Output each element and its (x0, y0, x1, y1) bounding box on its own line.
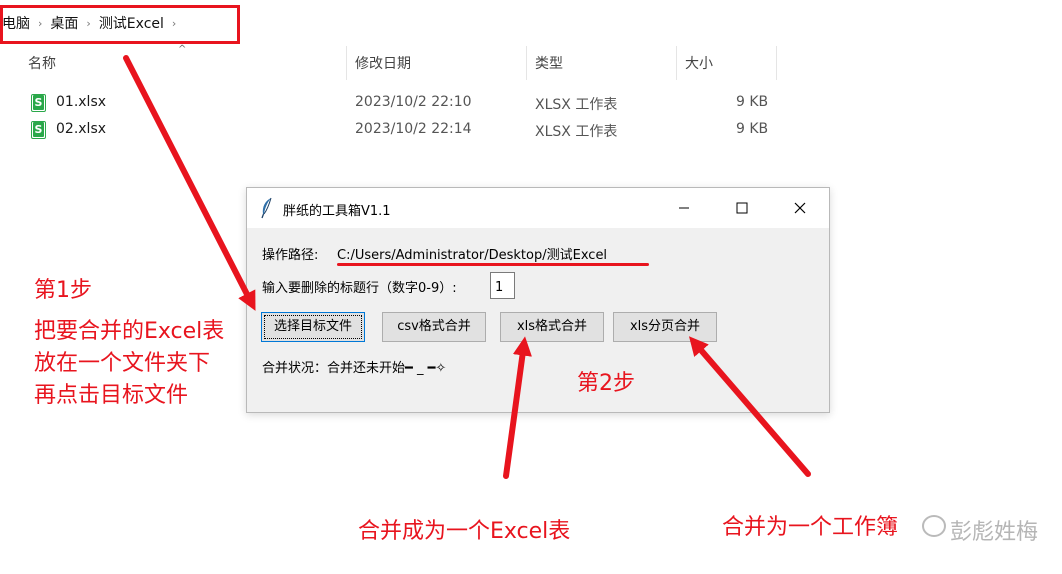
step1-line2: 放在一个文件夹下 (34, 351, 211, 376)
merge-one-excel-label: 合并成为一个Excel表 (358, 519, 571, 544)
step2-label: 第2步 (577, 371, 635, 396)
step1-line3: 再点击目标文件 (34, 383, 189, 408)
arrow-to-xls-merge-button (503, 336, 532, 479)
step1-title: 第1步 (34, 278, 92, 303)
watermark-text: 彭彪姓梅 (950, 520, 1039, 545)
step1-line1: 把要合并的Excel表 (34, 319, 225, 344)
wechat-logo-icon (922, 515, 946, 537)
merge-workbook-label: 合并为一个工作簿 (722, 515, 899, 540)
arrow-to-xls-pages-button (688, 336, 811, 477)
arrow-to-select-button (123, 55, 256, 311)
annotation-arrows (123, 55, 811, 479)
